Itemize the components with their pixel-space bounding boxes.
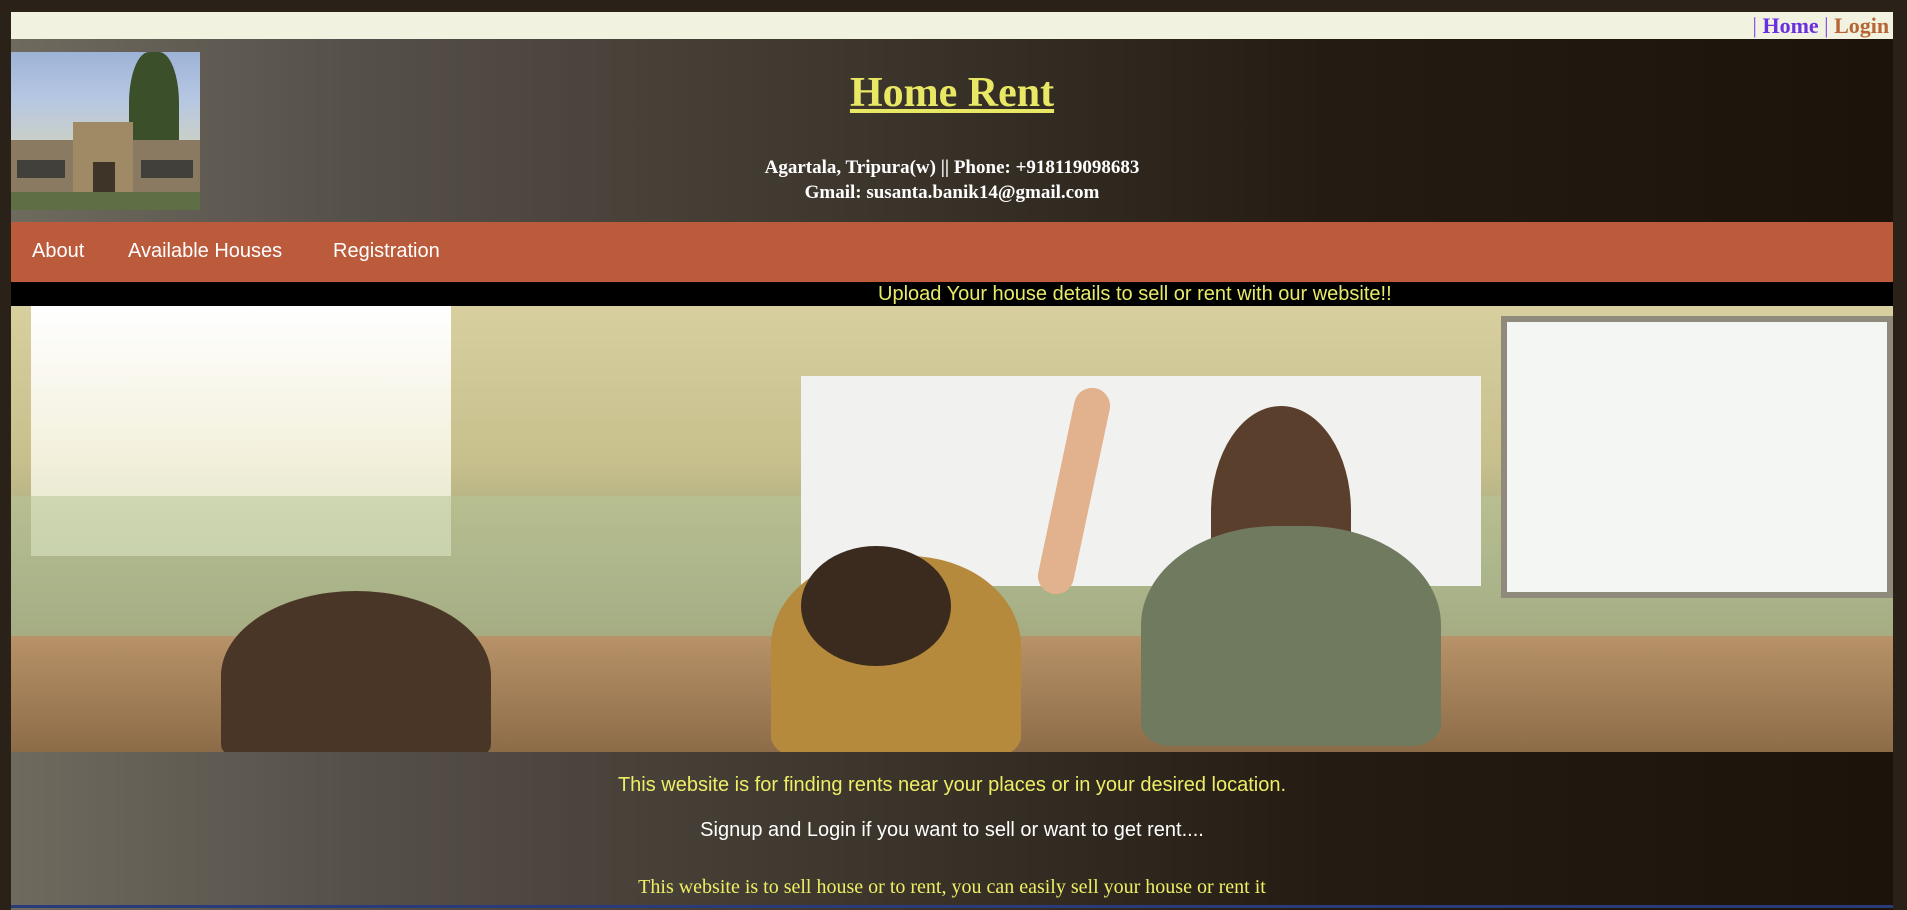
- nav-item-registration[interactable]: Registration: [333, 222, 440, 282]
- intro-text: This website is for finding rents near y…: [617, 774, 1287, 796]
- page: | Home | Login | Home Rent Agartala, Tri…: [11, 12, 1893, 910]
- email: Gmail: susanta.banik14@gmail.com: [804, 182, 1100, 203]
- announcement-text: Upload Your house details to sell or ren…: [878, 283, 1392, 305]
- hero-image: [11, 306, 1893, 752]
- separator: |: [1824, 13, 1829, 38]
- contact-info: Agartala, Tripura(w) || Phone: +91811909…: [11, 155, 1893, 205]
- site-header: Home Rent Agartala, Tripura(w) || Phone:…: [11, 39, 1893, 222]
- intro-section: This website is for finding rents near y…: [11, 752, 1893, 910]
- site-title: Home Rent: [849, 70, 1055, 116]
- description-text: This website is to sell house or to rent…: [638, 876, 1266, 898]
- separator: |: [1752, 13, 1757, 38]
- address-phone: Agartala, Tripura(w) || Phone: +91811909…: [764, 157, 1140, 178]
- announcement-marquee: Upload Your house details to sell or ren…: [11, 282, 1893, 306]
- nav-item-about[interactable]: About: [32, 222, 84, 282]
- divider: [11, 905, 1893, 908]
- nav-item-available-houses[interactable]: Available Houses: [128, 222, 282, 282]
- top-link-bar: | Home | Login |: [11, 12, 1893, 39]
- signup-prompt: Signup and Login if you want to sell or …: [700, 819, 1204, 841]
- home-link[interactable]: Home: [1762, 13, 1818, 38]
- main-nav: About Available Houses Registration: [11, 222, 1893, 282]
- login-link[interactable]: Login: [1834, 13, 1889, 38]
